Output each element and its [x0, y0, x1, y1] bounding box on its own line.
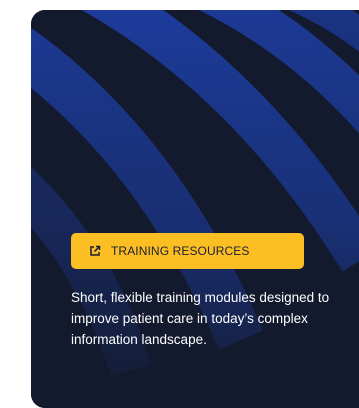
card-description: Short, flexible training modules designe… — [71, 290, 330, 347]
badge-label: TRAINING RESOURCES — [111, 244, 250, 258]
training-resources-badge[interactable]: TRAINING RESOURCES — [71, 233, 304, 269]
external-link-icon — [90, 245, 101, 256]
training-resources-card: TRAINING RESOURCES Short, flexible train… — [31, 10, 359, 408]
